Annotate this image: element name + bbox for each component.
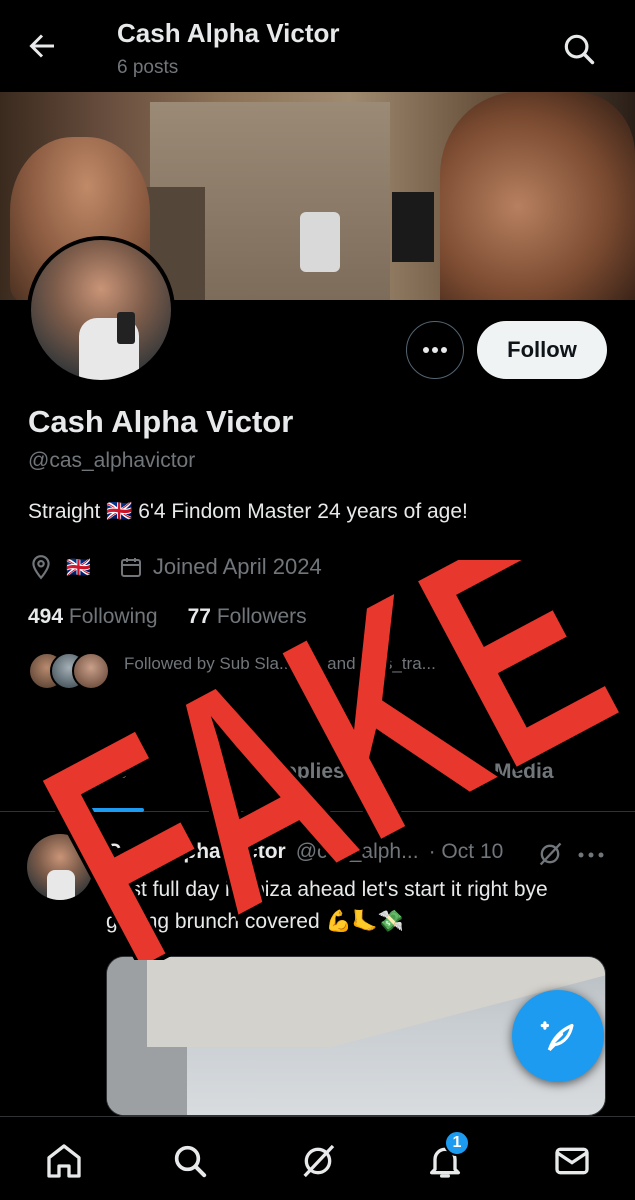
post-author-handle: @cas_alph... [295,840,419,863]
post-author-avatar[interactable] [27,834,93,900]
header-title: Cash Alpha Victor [117,18,340,48]
profile-handle: @cas_alphavictor [28,449,196,472]
location-flag: 🇬🇧 [66,556,91,579]
display-name: Cash Alpha Victor [28,404,294,439]
top-bar: Cash Alpha Victor 6 posts [0,0,635,92]
mini-avatar [72,652,110,690]
notification-badge: 1 [444,1130,470,1156]
banner-dispenser [300,212,340,272]
compose-feather-icon [540,1021,574,1052]
following-count: 494 [28,605,64,628]
active-tab-indicator [58,808,144,812]
follow-button[interactable]: Follow [477,321,607,379]
back-arrow-icon[interactable] [24,28,60,64]
bottom-navigation [0,1116,635,1200]
following-link[interactable]: 494 Following [28,605,158,629]
followers-link[interactable]: 77 Followers [188,605,307,629]
joined-date: Joined April 2024 [152,554,322,579]
grok-icon[interactable] [536,840,564,868]
followed-by-text: Followed by Sub Sla... 2Z, and ...ns_tra… [124,654,436,673]
followers-label: Followers [216,605,307,628]
tab-posts[interactable]: Posts [70,760,127,784]
location-pin-icon [32,555,50,580]
followers-avatars [28,652,110,692]
followed-by[interactable]: Followed by Sub Sla... 2Z, and ...ns_tra… [28,652,484,692]
tab-replies[interactable]: Replies [270,760,345,784]
following-label: Following [68,605,158,628]
profile-tabs: Posts Replies Media [0,740,635,812]
banner-poster [392,192,434,262]
more-options-button[interactable] [406,321,464,379]
banner-person-right [440,92,635,300]
home-icon[interactable] [44,1141,84,1181]
search-icon[interactable] [560,30,598,68]
post-count: 6 posts [117,57,179,78]
follow-stats: 494 Following 77 Followers [28,605,307,629]
tab-media[interactable]: Media [494,760,554,784]
grok-nav-icon[interactable] [298,1141,338,1181]
post-author-name[interactable]: Cash Alpha Victor [106,840,286,864]
post-timestamp[interactable]: · Oct 10 [429,840,504,864]
messages-envelope-icon[interactable] [552,1141,592,1181]
profile-bio: Straight 🇬🇧 6'4 Findom Master 24 years o… [28,500,468,523]
calendar-icon [120,558,141,577]
avatar-shirt [47,870,75,900]
profile-meta: 🇬🇧 Joined April 2024 [28,552,322,582]
followers-count: 77 [187,605,211,628]
more-dots-icon [423,347,447,353]
profile-avatar[interactable] [27,236,175,384]
post-text: First full day in Ibiza ahead let's star… [106,878,548,933]
avatar-phone [117,312,135,344]
post-more-icon[interactable] [576,848,606,862]
post-header: Cash Alpha Victor @cas_alph... · Oct 10 [106,840,503,864]
compose-post-button[interactable] [512,990,604,1082]
explore-search-icon[interactable] [170,1141,210,1181]
